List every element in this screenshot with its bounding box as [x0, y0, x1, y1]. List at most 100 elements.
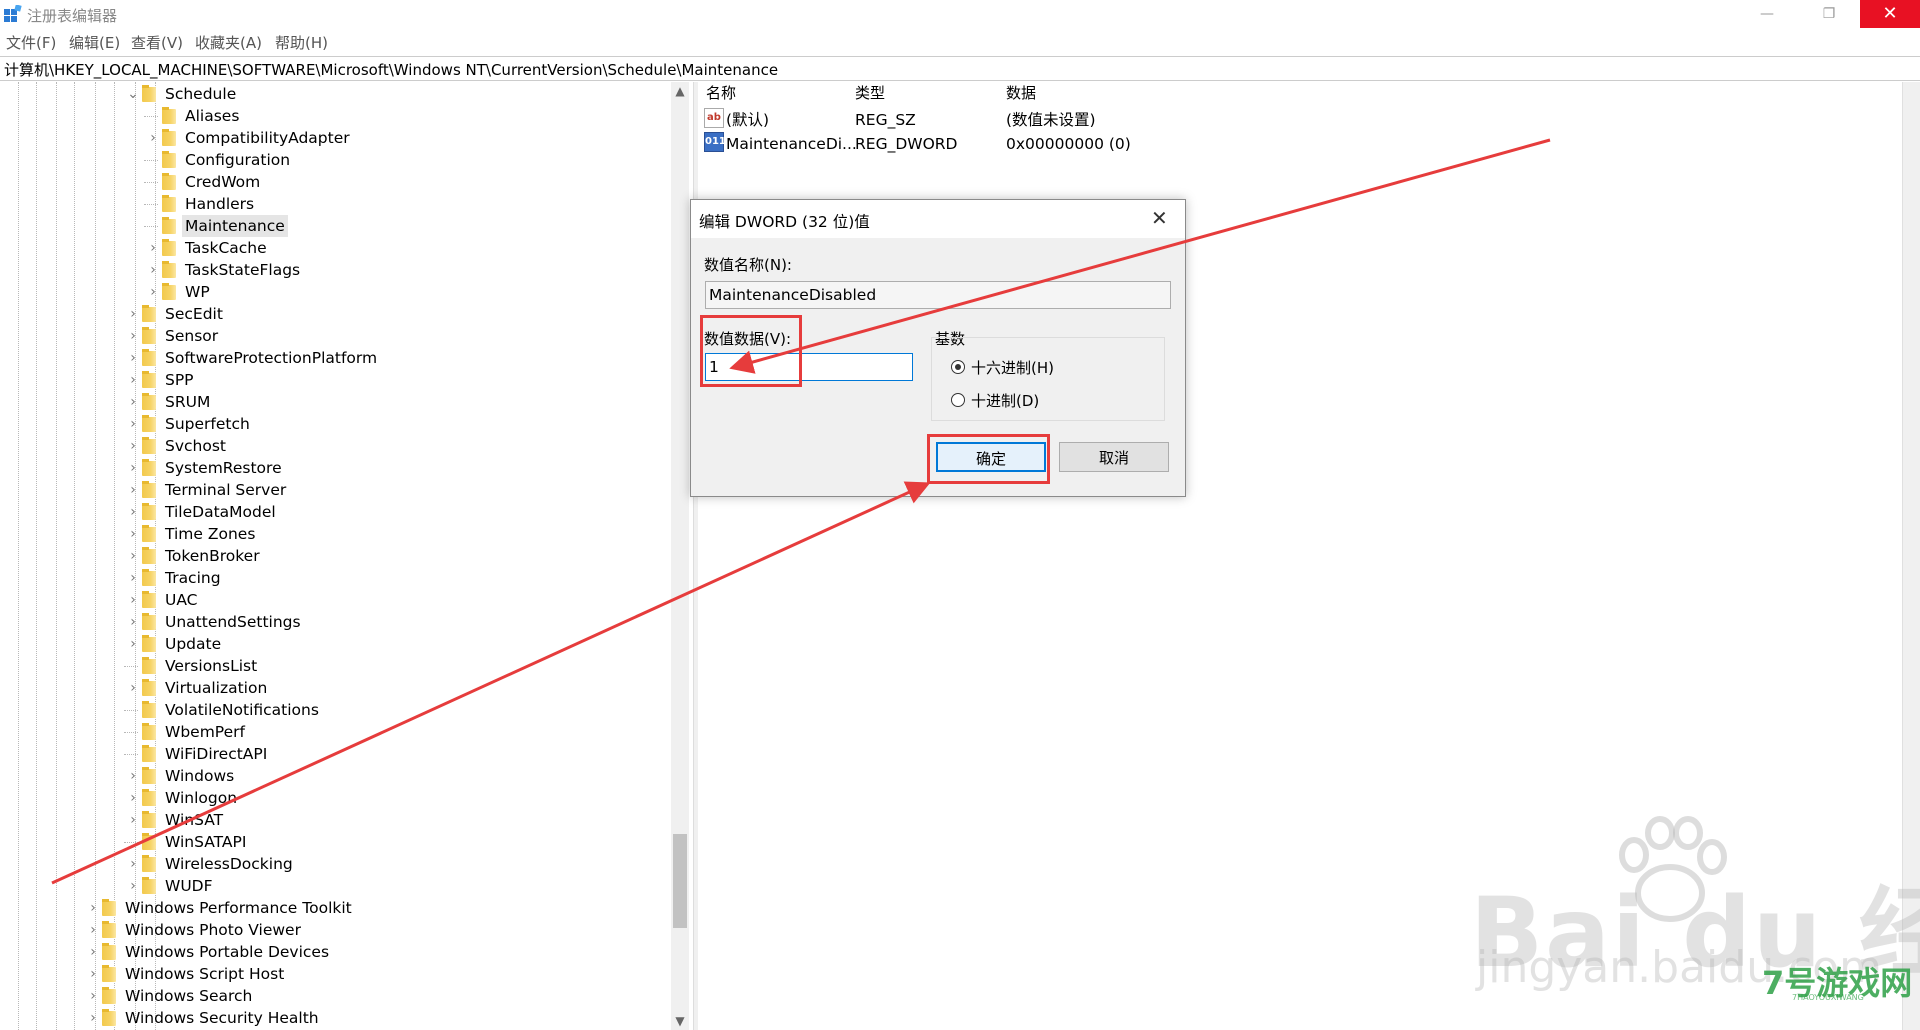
- close-button[interactable]: ✕: [1860, 0, 1920, 28]
- scroll-down-icon[interactable]: ▼: [671, 1012, 689, 1030]
- value-name: MaintenanceDi...: [726, 135, 857, 153]
- chevron-right-icon[interactable]: ›: [126, 677, 140, 699]
- chevron-right-icon[interactable]: ›: [86, 1007, 100, 1029]
- folder-icon: [162, 129, 176, 146]
- chevron-right-icon[interactable]: ›: [86, 985, 100, 1007]
- chevron-right-icon[interactable]: ›: [126, 435, 140, 457]
- folder-icon: [142, 525, 156, 542]
- menu-help[interactable]: 帮助(H): [275, 32, 328, 53]
- chevron-right-icon[interactable]: ›: [126, 809, 140, 831]
- tree-item-label: Windows: [165, 767, 235, 785]
- column-type[interactable]: 类型: [855, 82, 885, 104]
- folder-icon: [142, 415, 156, 432]
- tree-guide-line: [56, 82, 57, 1030]
- chevron-right-icon[interactable]: ›: [126, 369, 140, 391]
- folder-icon: [142, 481, 156, 498]
- tree-item-label: Time Zones: [165, 525, 256, 543]
- chevron-down-icon[interactable]: ⌄: [126, 83, 140, 105]
- chevron-right-icon[interactable]: ›: [126, 611, 140, 633]
- folder-icon: [142, 591, 156, 608]
- chevron-right-icon[interactable]: ›: [126, 391, 140, 413]
- folder-icon: [142, 767, 156, 784]
- chevron-right-icon[interactable]: ›: [126, 589, 140, 611]
- tree-item-label: Windows Security Health: [125, 1009, 319, 1027]
- tree-item-label: CompatibilityAdapter: [185, 129, 350, 147]
- chevron-right-icon[interactable]: ›: [126, 523, 140, 545]
- menu-bar: 文件(F) 编辑(E) 查看(V) 收藏夹(A) 帮助(H): [0, 30, 1920, 52]
- chevron-right-icon[interactable]: ›: [126, 479, 140, 501]
- cancel-button[interactable]: 取消: [1059, 442, 1169, 472]
- hex-radio-label[interactable]: 十六进制(H): [971, 357, 1054, 378]
- scroll-up-icon[interactable]: ▲: [671, 82, 689, 100]
- tree-item-label: WbemPerf: [165, 723, 245, 741]
- key-tree[interactable]: ⌄ Schedule Aliases › CompatibilityAdapter C…: [0, 82, 690, 1030]
- maximize-button[interactable]: ❐: [1806, 0, 1852, 28]
- chevron-right-icon[interactable]: ›: [126, 325, 140, 347]
- chevron-right-icon[interactable]: ›: [126, 787, 140, 809]
- tree-item-label: TokenBroker: [165, 547, 260, 565]
- folder-icon: [142, 657, 156, 674]
- folder-icon: [142, 327, 156, 344]
- tree-item-label: Sensor: [165, 327, 219, 345]
- chevron-right-icon[interactable]: ›: [146, 237, 160, 259]
- tree-item-label: Winlogon: [165, 789, 238, 807]
- column-data[interactable]: 数据: [1006, 82, 1036, 104]
- tree-guide-line: [36, 82, 37, 1030]
- chevron-right-icon[interactable]: ›: [86, 963, 100, 985]
- tree-scrollbar[interactable]: ▲ ▼: [671, 82, 689, 1030]
- hex-radio[interactable]: [951, 360, 965, 374]
- menu-favorites[interactable]: 收藏夹(A): [195, 32, 262, 53]
- chevron-right-icon[interactable]: ›: [126, 457, 140, 479]
- chevron-right-icon[interactable]: ›: [126, 501, 140, 523]
- folder-icon: [162, 261, 176, 278]
- folder-icon: [142, 85, 156, 102]
- chevron-right-icon[interactable]: ›: [126, 765, 140, 787]
- list-row[interactable]: 011 MaintenanceDi... REG_DWORD 0x0000000…: [698, 132, 1902, 156]
- dec-radio[interactable]: [951, 393, 965, 407]
- chevron-right-icon[interactable]: ›: [126, 853, 140, 875]
- column-name[interactable]: 名称: [706, 82, 736, 104]
- folder-icon: [162, 283, 176, 300]
- menu-view[interactable]: 查看(V): [131, 32, 183, 53]
- tree-guide-line: [74, 82, 75, 1030]
- chevron-right-icon[interactable]: ›: [86, 919, 100, 941]
- folder-icon: [162, 195, 176, 212]
- tree-item-label: WinSAT: [165, 811, 224, 829]
- tree-item-label: SPP: [165, 371, 194, 389]
- scroll-thumb[interactable]: [673, 834, 687, 928]
- value-name-field[interactable]: MaintenanceDisabled: [705, 281, 1171, 309]
- site-watermark-sub: 7HAOYOUXIWANG: [1792, 993, 1864, 1002]
- folder-icon: [142, 745, 156, 762]
- dec-radio-label[interactable]: 十进制(D): [971, 390, 1039, 411]
- chevron-right-icon[interactable]: ›: [126, 567, 140, 589]
- tree-connector: [124, 666, 138, 667]
- menu-edit[interactable]: 编辑(E): [69, 32, 120, 53]
- folder-icon: [142, 855, 156, 872]
- chevron-right-icon[interactable]: ›: [86, 897, 100, 919]
- chevron-right-icon[interactable]: ›: [126, 347, 140, 369]
- chevron-right-icon[interactable]: ›: [126, 413, 140, 435]
- tree-item-label: Windows Performance Toolkit: [125, 899, 352, 917]
- chevron-right-icon[interactable]: ›: [126, 545, 140, 567]
- address-bar[interactable]: 计算机\HKEY_LOCAL_MACHINE\SOFTWARE\Microsof…: [0, 56, 1920, 81]
- folder-icon: [102, 987, 116, 1004]
- tree-connector: [124, 754, 138, 755]
- folder-icon: [142, 833, 156, 850]
- tree-item-label: Svchost: [165, 437, 226, 455]
- chevron-right-icon[interactable]: ›: [126, 875, 140, 897]
- title-bar: 注册表编辑器 — ❐ ✕: [0, 0, 1920, 28]
- chevron-right-icon[interactable]: ›: [146, 259, 160, 281]
- chevron-right-icon[interactable]: ›: [146, 127, 160, 149]
- folder-icon: [142, 701, 156, 718]
- chevron-right-icon[interactable]: ›: [146, 281, 160, 303]
- list-row[interactable]: ab (默认) REG_SZ (数值未设置): [698, 108, 1902, 132]
- address-path[interactable]: 计算机\HKEY_LOCAL_MACHINE\SOFTWARE\Microsof…: [4, 59, 778, 80]
- value-data: 0x00000000 (0): [1006, 135, 1131, 153]
- dialog-close-icon[interactable]: ✕: [1151, 206, 1168, 230]
- menu-file[interactable]: 文件(F): [6, 32, 56, 53]
- folder-icon: [142, 547, 156, 564]
- chevron-right-icon[interactable]: ›: [126, 633, 140, 655]
- chevron-right-icon[interactable]: ›: [126, 303, 140, 325]
- chevron-right-icon[interactable]: ›: [86, 941, 100, 963]
- minimize-button[interactable]: —: [1744, 0, 1790, 28]
